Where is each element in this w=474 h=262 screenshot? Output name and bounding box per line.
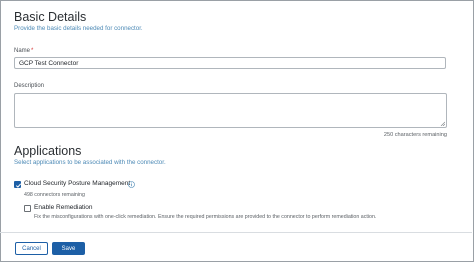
connectors-remaining: 498 connectors remaining — [24, 192, 85, 198]
applications-title: Applications — [14, 144, 82, 158]
name-field-label: Name* — [14, 48, 33, 54]
resize-grip-icon[interactable] — [440, 121, 445, 126]
save-button[interactable]: Save — [52, 242, 85, 255]
description-textarea[interactable] — [14, 93, 447, 128]
cancel-button[interactable]: Cancel — [15, 242, 48, 255]
info-icon[interactable] — [128, 181, 135, 188]
basic-details-subtitle: Provide the basic details needed for con… — [14, 25, 143, 32]
connector-form-panel — [0, 0, 474, 262]
enable-remediation-checkbox[interactable] — [24, 205, 31, 212]
name-input[interactable]: GCP Test Connector — [14, 57, 446, 69]
applications-subtitle: Select applications to be associated wit… — [14, 159, 166, 166]
remediation-description: Fix the misconfigurations with one-click… — [34, 214, 377, 220]
characters-remaining: 250 characters remaining — [383, 132, 447, 138]
enable-remediation-label[interactable]: Enable Remediation — [34, 204, 93, 211]
cspm-checkbox[interactable] — [14, 181, 22, 188]
description-field-label: Description — [14, 83, 45, 89]
check-icon — [15, 183, 22, 188]
cspm-label[interactable]: Cloud Security Posture Management — [24, 180, 130, 187]
name-label-text: Name — [14, 48, 31, 54]
required-marker: * — [31, 48, 34, 54]
footer-divider — [0, 232, 472, 233]
basic-details-title: Basic Details — [14, 10, 87, 24]
